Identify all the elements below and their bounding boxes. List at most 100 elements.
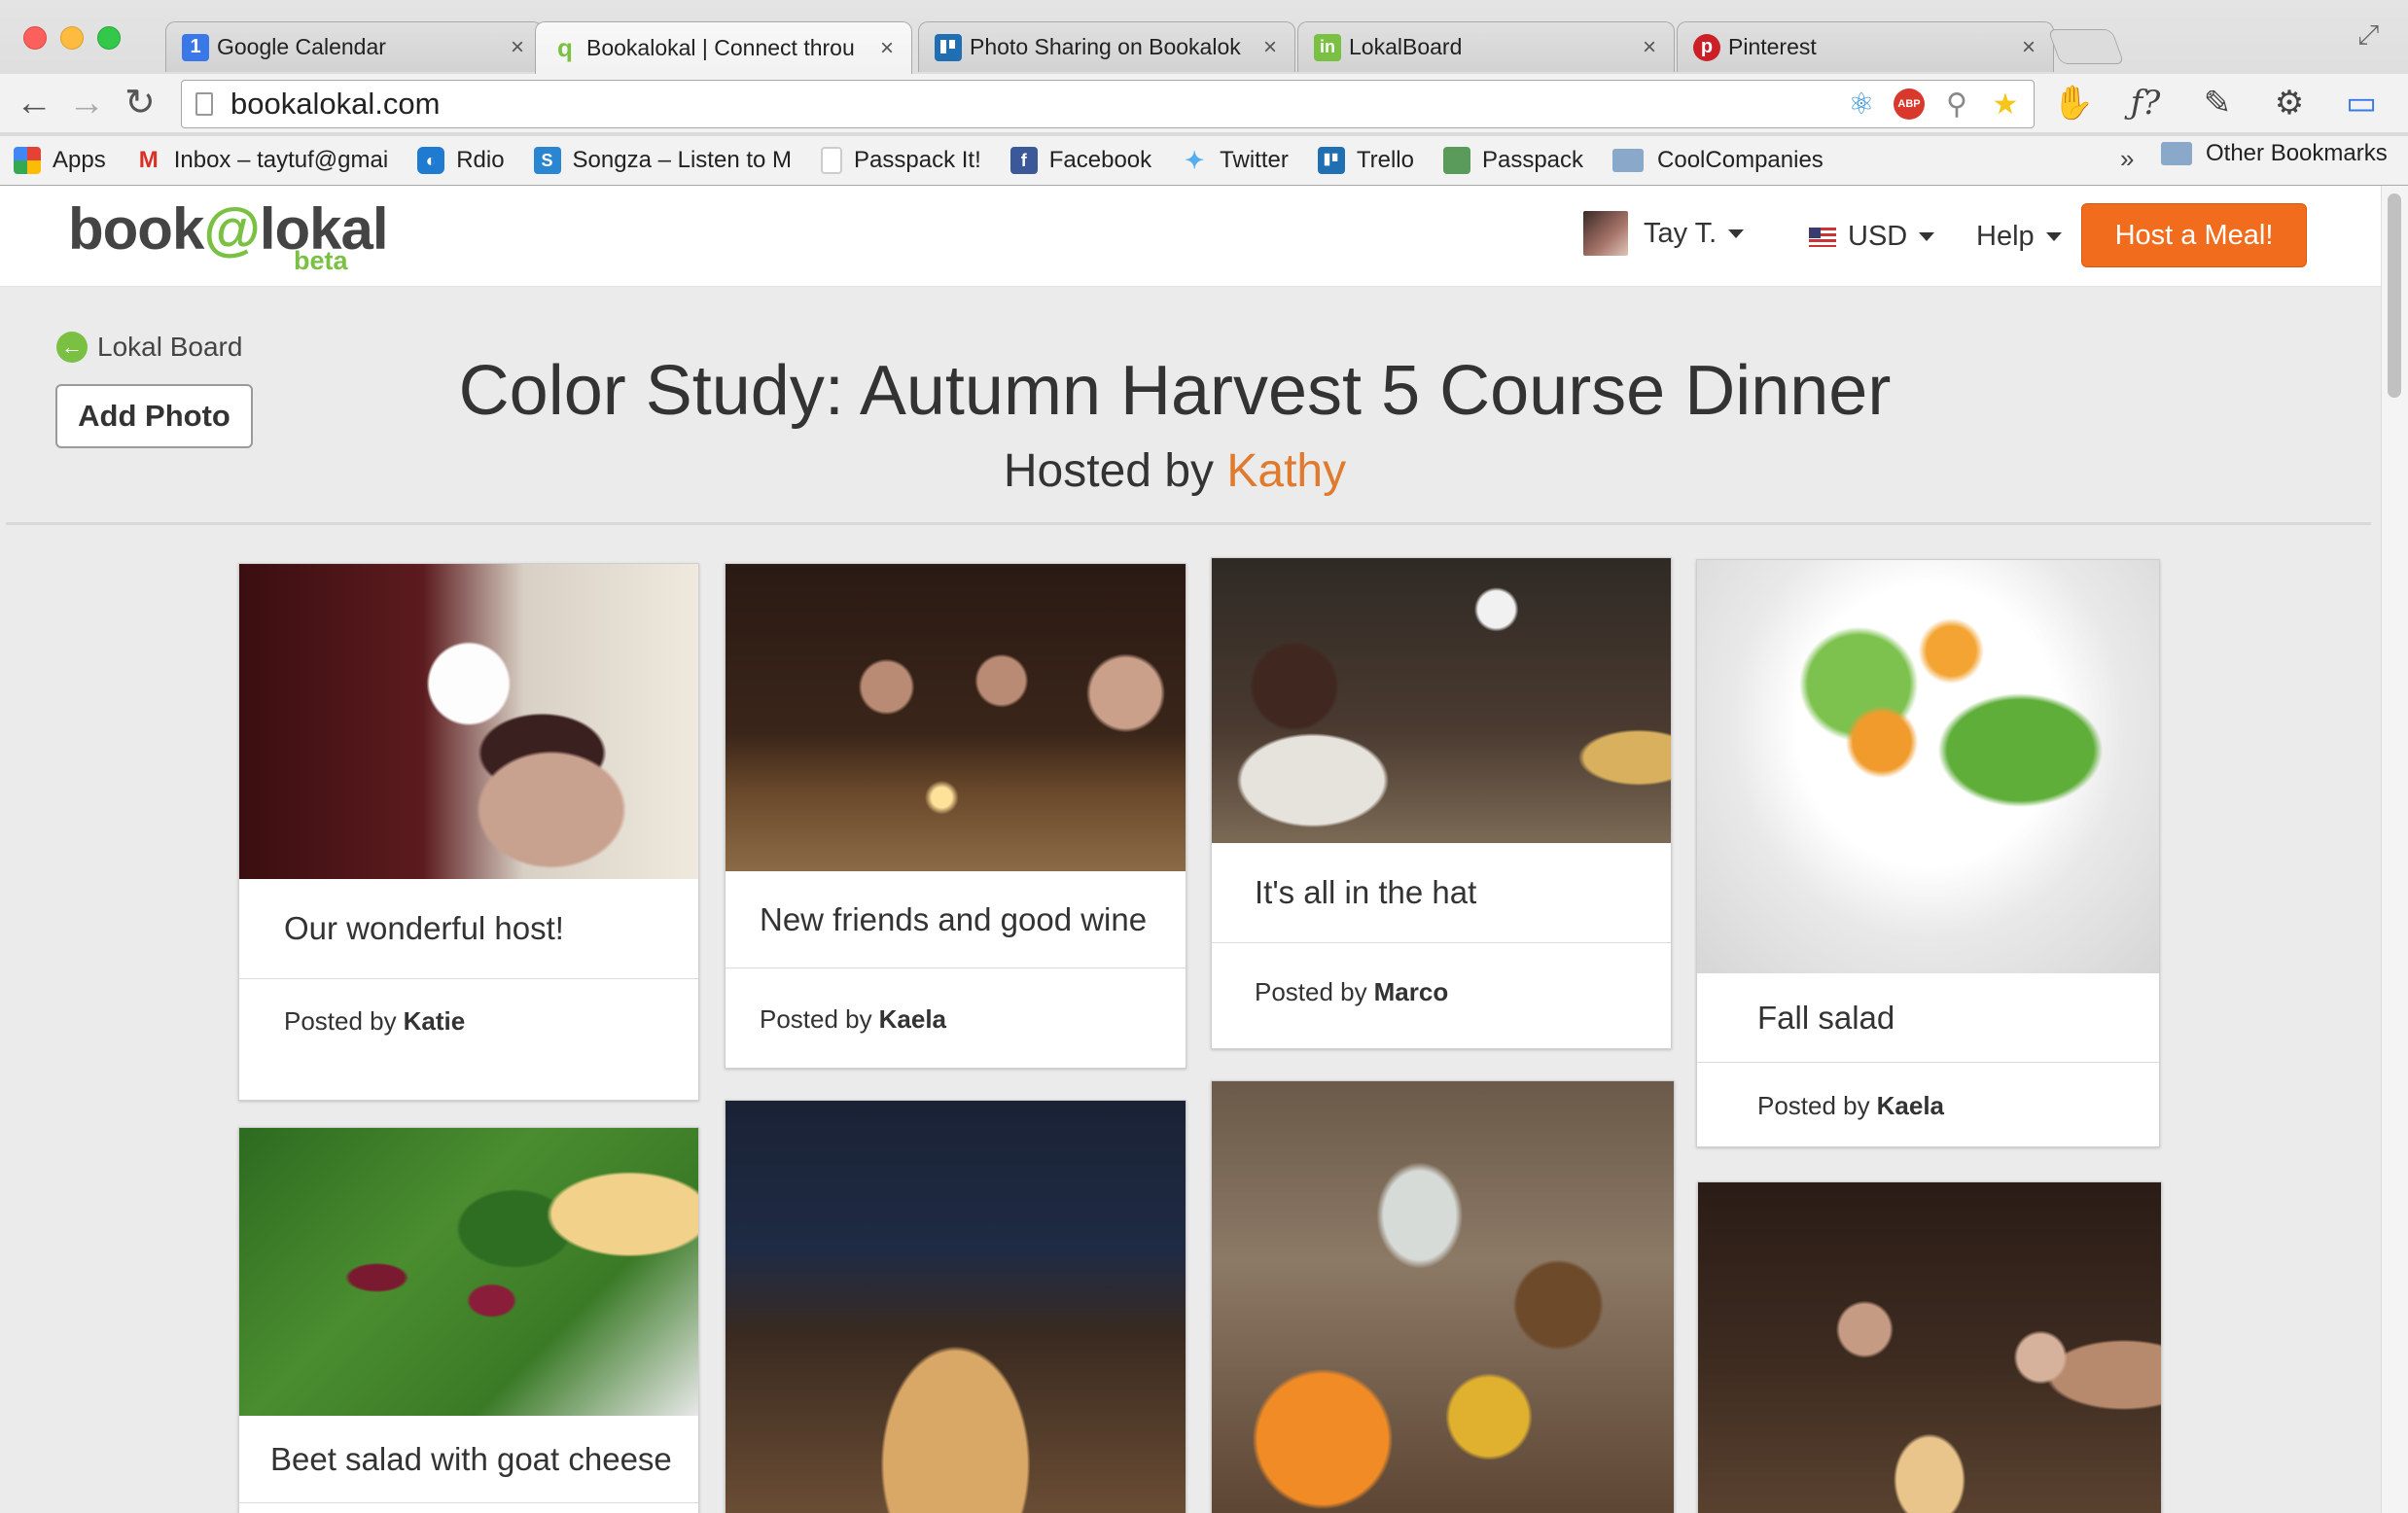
card-author[interactable]: Kaela	[879, 1004, 946, 1035]
bookmark-songza[interactable]: S Songza – Listen to M	[533, 147, 793, 174]
photo-card[interactable]: Fall salad Posted by Kaela	[1696, 559, 2160, 1147]
reload-icon[interactable]: ↻	[124, 84, 156, 123]
fullscreen-icon[interactable]: ⤢	[2357, 19, 2379, 52]
photo-card[interactable]	[1697, 1181, 2162, 1513]
bookmark-apps[interactable]: Apps	[14, 147, 106, 174]
bookmark-label: CoolCompanies	[1657, 147, 1824, 173]
page-icon	[821, 147, 843, 174]
bookmarks-overflow-icon[interactable]: »	[2120, 144, 2134, 174]
bookmark-inbox[interactable]: M Inbox – taytuf@gmai	[135, 147, 388, 174]
tab-close-icon[interactable]: ×	[511, 34, 524, 61]
bookmark-facebook[interactable]: f Facebook	[1009, 147, 1151, 174]
card-photo[interactable]	[726, 1101, 1186, 1513]
tab-title: Pinterest	[1728, 34, 1817, 59]
card-photo[interactable]	[1698, 1182, 2161, 1513]
card-photo[interactable]	[1212, 1081, 1674, 1513]
chevron-down-icon	[1728, 229, 1745, 238]
fontface-icon[interactable]: ƒ?	[2124, 82, 2167, 124]
tab-close-icon[interactable]: ×	[1263, 34, 1277, 61]
card-posted-by: Posted by Marco	[1212, 943, 1671, 1040]
tab-google-calendar[interactable]: 1 Google Calendar ×	[165, 21, 543, 72]
user-name: Tay T.	[1644, 217, 1717, 249]
tab-photo-sharing[interactable]: Photo Sharing on Bookalok ×	[918, 21, 1295, 72]
passpack-icon	[1442, 147, 1470, 174]
card-photo[interactable]	[239, 1128, 698, 1416]
bookmark-twitter[interactable]: ✦ Twitter	[1181, 147, 1289, 174]
bookmark-label: Songza – Listen to M	[572, 147, 793, 173]
logo-text: book	[68, 196, 204, 262]
tab-close-icon[interactable]: ×	[880, 35, 894, 62]
bookmark-label: Trello	[1356, 147, 1414, 173]
gmail-icon: M	[138, 147, 159, 173]
bookmark-star-icon[interactable]: ★	[1989, 88, 2022, 121]
address-bar[interactable]: bookalokal.com ⚛ ABP ⚲ ★	[181, 80, 2035, 128]
tab-close-icon[interactable]: ×	[2022, 34, 2036, 61]
card-photo[interactable]	[1697, 560, 2159, 973]
logo-at-symbol: @	[203, 196, 261, 262]
card-caption: Fall salad	[1697, 973, 2159, 1063]
tab-pinterest[interactable]: p Pinterest ×	[1677, 21, 2054, 72]
page-scrollbar[interactable]	[2381, 186, 2408, 1513]
window-resizer-icon[interactable]: ▭	[2340, 82, 2383, 124]
trello-icon	[935, 33, 962, 61]
card-author[interactable]: Marco	[1374, 977, 1449, 1007]
photo-card[interactable]: It's all in the hat Posted by Marco	[1211, 557, 1672, 1049]
photo-card[interactable]: New friends and good wine Posted by Kaela	[725, 563, 1186, 1069]
gear-icon[interactable]: ⚙	[2268, 82, 2311, 124]
card-author[interactable]: Katie	[404, 1006, 466, 1037]
photo-card[interactable]	[725, 1100, 1186, 1513]
network-extension-icon[interactable]: ⚛	[1845, 88, 1878, 121]
page-title: Color Study: Autumn Harvest 5 Course Din…	[458, 352, 1892, 430]
card-photo[interactable]	[726, 564, 1186, 871]
url-text[interactable]: bookalokal.com	[230, 87, 1845, 122]
songza-icon: S	[533, 147, 561, 174]
tab-close-icon[interactable]: ×	[1643, 34, 1656, 61]
card-author[interactable]: Kaela	[1877, 1091, 1944, 1121]
close-window-button[interactable]	[23, 26, 47, 50]
photo-card[interactable]: Our wonderful host! Posted by Katie	[238, 563, 699, 1101]
zoom-window-button[interactable]	[97, 26, 121, 50]
adblock-icon[interactable]: ABP	[1894, 88, 1925, 120]
google-calendar-icon: 1	[182, 33, 209, 61]
bookmark-trello[interactable]: Trello	[1317, 147, 1414, 174]
host-name-link[interactable]: Kathy	[1226, 445, 1346, 497]
photo-card[interactable]: Beet salad with goat cheese	[238, 1127, 699, 1513]
folder-icon	[2161, 142, 2192, 165]
bookmark-passpack[interactable]: Passpack	[1442, 147, 1583, 174]
bookmark-rdio[interactable]: ◐ Rdio	[417, 147, 505, 174]
card-caption: New friends and good wine	[726, 871, 1186, 968]
bookmark-passpack-it[interactable]: Passpack It!	[821, 147, 981, 174]
forward-arrow-icon[interactable]: →	[68, 84, 105, 123]
card-photo[interactable]	[239, 564, 698, 879]
back-arrow-icon[interactable]: ←	[16, 84, 53, 123]
bookmark-label: Inbox – taytuf@gmai	[173, 147, 389, 173]
tab-title: Photo Sharing on Bookalok	[970, 34, 1241, 59]
tab-lokalboard[interactable]: in LokalBoard ×	[1297, 21, 1675, 72]
scrollbar-thumb[interactable]	[2388, 194, 2401, 398]
new-tab-button[interactable]	[2047, 29, 2125, 64]
currency-menu[interactable]: USD	[1809, 221, 1935, 253]
photo-card[interactable]	[1211, 1080, 1675, 1513]
evernote-icon[interactable]: ✋	[2052, 82, 2095, 124]
tab-title: Bookalokal | Connect throu	[586, 35, 855, 60]
eyedropper-icon[interactable]: ✎	[2196, 82, 2239, 124]
card-photo[interactable]	[1212, 558, 1671, 843]
tab-title: Google Calendar	[217, 34, 386, 59]
minimize-window-button[interactable]	[60, 26, 84, 50]
other-bookmarks[interactable]: Other Bookmarks	[2161, 140, 2388, 167]
apps-grid-icon	[14, 147, 41, 174]
hosted-by: Hosted by Kathy	[0, 444, 2350, 498]
card-caption: Our wonderful host!	[239, 879, 698, 979]
search-icon[interactable]: ⚲	[1940, 88, 1973, 121]
bookmark-coolcompanies[interactable]: CoolCompanies	[1612, 147, 1824, 174]
us-flag-icon	[1809, 227, 1836, 247]
posted-by-label: Posted by	[1255, 976, 1367, 1006]
twitter-icon: ✦	[1185, 147, 1205, 174]
divider	[6, 522, 2371, 525]
browser-chrome: 1 Google Calendar × q Bookalokal | Conne…	[0, 0, 2408, 186]
host-a-meal-button[interactable]: Host a Meal!	[2081, 203, 2307, 267]
user-menu[interactable]: Tay T.	[1583, 211, 1745, 256]
tab-bookalokal[interactable]: q Bookalokal | Connect throu ×	[535, 21, 912, 74]
help-menu[interactable]: Help	[1976, 221, 2062, 253]
site-header: book@lokal beta Tay T. USD Help Host a M…	[0, 186, 2381, 287]
